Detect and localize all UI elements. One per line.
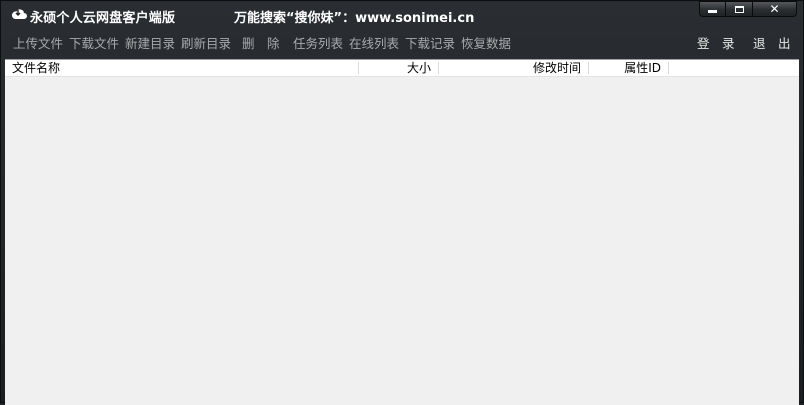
window-controls: ✕ <box>699 1 797 19</box>
column-header-name[interactable]: 文件名称 <box>5 60 359 76</box>
column-label: 大小 <box>406 61 431 75</box>
app-window: 永硕个人云网盘客户端版 万能搜索“搜你妹”：www.sonimei.cn ✕ 上… <box>0 0 804 405</box>
new-directory-button[interactable]: 新建目录 <box>125 33 175 52</box>
toolbar: 上传文件 下载文件 新建目录 刷新目录 删 除 任务列表 在线列表 下载记录 恢… <box>1 29 803 55</box>
cloud-icon <box>11 9 27 19</box>
delete-button[interactable]: 删 除 <box>242 33 280 52</box>
refresh-directory-button[interactable]: 刷新目录 <box>181 33 231 52</box>
app-title: 永硕个人云网盘客户端版 <box>30 11 176 26</box>
file-list[interactable]: 文件名称 大小 修改时间 属性ID <box>5 59 799 405</box>
maximize-button[interactable] <box>726 1 753 17</box>
download-log-button[interactable]: 下载记录 <box>405 33 455 52</box>
exit-button[interactable]: 退 出 <box>753 33 791 52</box>
task-list-button[interactable]: 任务列表 <box>293 33 343 52</box>
online-list-button[interactable]: 在线列表 <box>349 33 399 52</box>
list-header: 文件名称 大小 修改时间 属性ID <box>5 60 799 77</box>
upload-button[interactable]: 上传文件 <box>13 33 63 52</box>
column-header-attr-id[interactable]: 属性ID <box>589 60 669 76</box>
maximize-icon <box>734 5 744 13</box>
list-body[interactable] <box>5 77 799 405</box>
column-label: 文件名称 <box>12 61 61 75</box>
column-header-size[interactable]: 大小 <box>359 60 439 76</box>
column-label: 修改时间 <box>532 61 581 75</box>
title-bar[interactable]: 永硕个人云网盘客户端版 万能搜索“搜你妹”：www.sonimei.cn ✕ <box>1 1 803 29</box>
restore-data-button[interactable]: 恢复数据 <box>461 33 511 52</box>
download-button[interactable]: 下载文件 <box>69 33 119 52</box>
minimize-icon <box>708 10 717 13</box>
close-icon: ✕ <box>769 2 780 16</box>
close-button[interactable]: ✕ <box>753 1 797 17</box>
column-header-modified[interactable]: 修改时间 <box>439 60 589 76</box>
column-label: 属性ID <box>624 61 661 75</box>
login-button[interactable]: 登 录 <box>697 33 735 52</box>
slogan-text: 万能搜索“搜你妹”：www.sonimei.cn <box>234 11 475 26</box>
minimize-button[interactable] <box>699 1 726 17</box>
